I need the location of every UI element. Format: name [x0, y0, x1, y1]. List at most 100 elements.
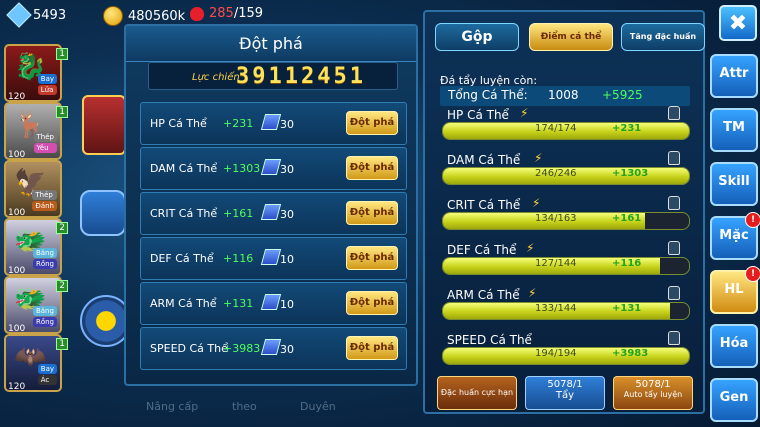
stat-bonus: +1303: [612, 168, 649, 179]
stamina-counter: 285/159: [190, 6, 263, 21]
level-label: 120: [8, 92, 26, 102]
stat-value: 127/144: [535, 258, 577, 269]
party-slot-4[interactable]: 🐲 2 Băng Rồng 100: [4, 218, 68, 276]
party-list: 🐉 1 Bay Lửa 120 🦌 1 Thép Yêu 100 🦅 Thép Đán…: [0, 40, 68, 400]
diamond-icon: [6, 2, 32, 28]
type-tag: Lửa: [37, 85, 57, 95]
stat-row: HP Cá Thể ⚡ 174/174 +231: [440, 106, 690, 152]
breakthrough-row: SPEED Cá Thể +3983 30 Đột phá: [140, 327, 407, 370]
stat-name: CRIT Cá Thể: [150, 207, 218, 220]
chip-icon: [260, 339, 282, 355]
party-slot-2[interactable]: 🦌 1 Thép Yêu 100: [4, 102, 68, 160]
lock-icon[interactable]: [668, 196, 680, 210]
lock-icon[interactable]: [668, 286, 680, 300]
chip-qty: 30: [280, 343, 294, 356]
stat-value: 174/174: [535, 123, 577, 134]
breakthrough-button[interactable]: Đột phá: [346, 291, 398, 315]
stat-name: DEF Cá Thể: [150, 252, 214, 265]
stat-bonus: +131: [223, 297, 254, 310]
stat-bonus: +116: [223, 252, 254, 265]
gold-value: 480560k: [128, 8, 186, 24]
skill-button[interactable]: Skill: [710, 162, 758, 206]
wash-button[interactable]: 5078/1 Tẩy: [525, 376, 605, 410]
star-badge: 1: [56, 106, 68, 118]
party-slot-5[interactable]: 🐲 2 Băng Rồng 100: [4, 276, 68, 334]
lock-icon[interactable]: [668, 241, 680, 255]
chip-qty: 30: [280, 208, 294, 221]
stat-name: CRIT Cá Thể: [447, 198, 521, 212]
diamond-value: 5493: [33, 7, 67, 23]
stat-name: HP Cá Thể: [447, 108, 509, 122]
type-tag: Yêu: [33, 143, 57, 153]
breakthrough-button[interactable]: Đột phá: [346, 156, 398, 180]
gold-coin-icon: [103, 6, 123, 26]
stat-value: 134/163: [535, 213, 577, 224]
chip-icon: [260, 204, 282, 220]
breakthrough-button[interactable]: Đột phá: [346, 336, 398, 360]
gen-button[interactable]: Gen: [710, 378, 758, 422]
type-tag: Ác: [37, 375, 57, 385]
type-tag: Thép: [32, 190, 57, 200]
tab-individual-points[interactable]: Điểm cá thể: [529, 23, 613, 51]
power-value: 39112451: [236, 64, 366, 89]
modal-title: Đột phá: [126, 26, 416, 62]
alert-badge: !: [745, 212, 760, 228]
stat-row: CRIT Cá Thể ⚡ 134/163 +161: [440, 196, 690, 242]
breakthrough-row: HP Cá Thể +231 30 Đột phá: [140, 102, 407, 145]
stat-row: DAM Cá Thể ⚡ 246/246 +1303: [440, 151, 690, 197]
equip-button[interactable]: Mặc !: [710, 212, 760, 260]
special-training-button[interactable]: Đặc huấn cực hạn: [437, 376, 517, 410]
type-tag: Bay: [37, 74, 57, 84]
lock-icon[interactable]: [668, 331, 680, 345]
star-badge: 2: [56, 280, 68, 292]
menu-affinity[interactable]: Duyên: [300, 400, 336, 413]
auto-wash-label: Auto tẩy luyện: [623, 390, 683, 399]
evolve-button[interactable]: Hóa: [710, 324, 758, 368]
breakthrough-button[interactable]: Đột phá: [346, 246, 398, 270]
chip-icon: [260, 159, 282, 175]
stat-value: 194/194: [535, 348, 577, 359]
lock-icon[interactable]: [668, 151, 680, 165]
type-tag: Băng: [32, 306, 57, 316]
close-button[interactable]: ✖: [719, 5, 757, 41]
chip-qty: 10: [280, 253, 294, 266]
tm-button[interactable]: TM: [710, 108, 758, 152]
stat-value: 133/144: [535, 303, 577, 314]
stat-name: ARM Cá Thể: [447, 288, 520, 302]
type-tag: Đánh: [32, 201, 57, 211]
tab-merge[interactable]: Gộp: [435, 23, 519, 51]
auto-wash-button[interactable]: 5078/1 Auto tẩy luyện: [613, 376, 693, 410]
lock-icon[interactable]: [668, 106, 680, 120]
type-tag: Băng: [32, 248, 57, 258]
star-badge: 2: [56, 222, 68, 234]
stat-name: DAM Cá Thể: [150, 162, 218, 175]
stat-name: SPEED Cá Thể: [447, 333, 532, 347]
menu-upgrade[interactable]: Nâng cấp: [146, 400, 198, 413]
power-label: Lực chiến: [192, 72, 240, 83]
party-slot-6[interactable]: 🦇 1 Bay Ác 120: [4, 334, 68, 392]
stat-name: HP Cá Thể: [150, 117, 207, 130]
party-slot-3[interactable]: 🦅 Thép Đánh 100: [4, 160, 62, 218]
individual-stats-panel: Gộp Điểm cá thể Tăng đặc huấn Đá tẩy luy…: [423, 10, 705, 414]
stamina-icon: [190, 6, 204, 21]
hl-button[interactable]: HL !: [710, 266, 760, 314]
equip-label: Mặc: [719, 228, 749, 243]
wash-label: Tẩy: [555, 390, 575, 401]
stat-bonus: +161: [223, 207, 254, 220]
party-slot-1[interactable]: 🐉 1 Bay Lửa 120: [4, 44, 68, 102]
stat-row: DEF Cá Thể ⚡ 127/144 +116: [440, 241, 690, 287]
lightning-icon: ⚡: [520, 106, 529, 120]
type-tag: Thép: [33, 132, 57, 142]
lightning-icon: ⚡: [534, 151, 543, 165]
star-badge: 1: [56, 338, 68, 350]
menu-follow[interactable]: theo: [232, 400, 257, 413]
hl-label: HL: [724, 282, 744, 297]
tab-special-training[interactable]: Tăng đặc huấn: [621, 23, 705, 51]
stat-bonus: +116: [612, 258, 642, 269]
stat-bonus: +131: [612, 303, 642, 314]
total-value: 1008: [548, 88, 579, 102]
breakthrough-button[interactable]: Đột phá: [346, 201, 398, 225]
chip-qty: 10: [280, 298, 294, 311]
breakthrough-button[interactable]: Đột phá: [346, 111, 398, 135]
attr-button[interactable]: Attr: [710, 54, 758, 98]
